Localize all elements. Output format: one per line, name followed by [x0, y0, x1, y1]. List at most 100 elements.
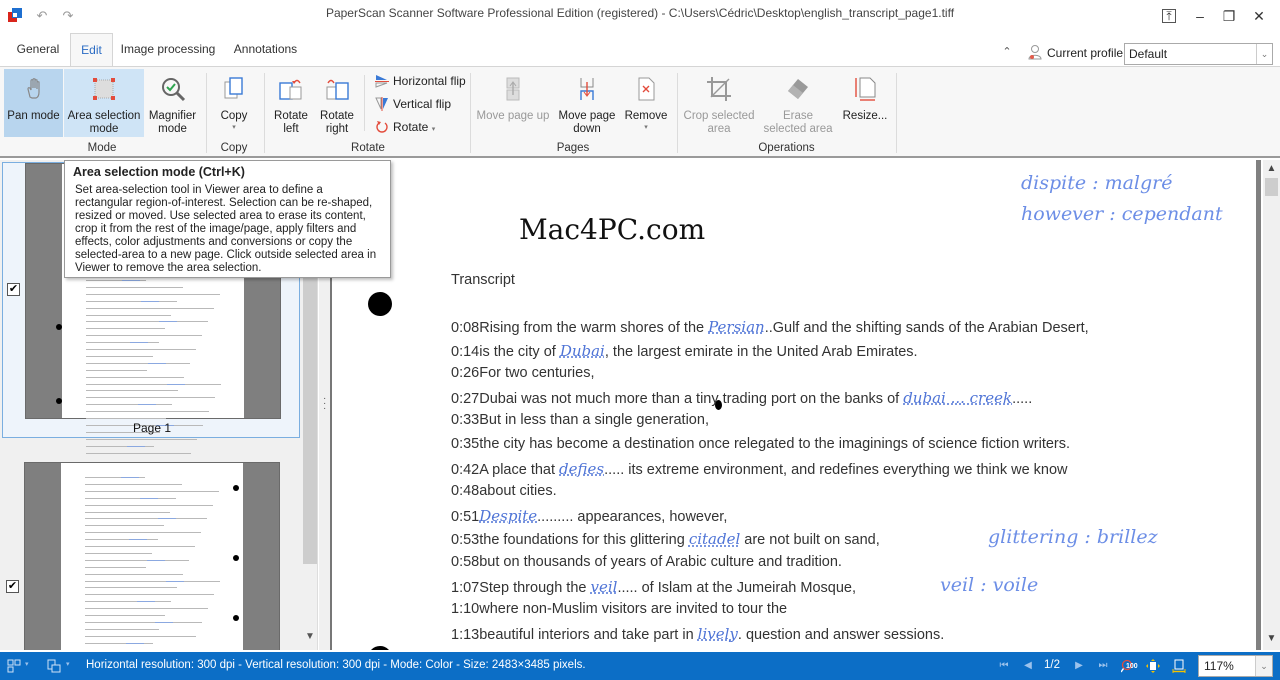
- tab-general[interactable]: General: [10, 33, 66, 67]
- tab-image-processing[interactable]: Image processing: [118, 33, 218, 67]
- title-bar: ↶ ↷ PaperScan Scanner Software Professio…: [0, 0, 1280, 34]
- thumbnail-frame: [24, 462, 280, 650]
- timestamp: 0:14: [451, 343, 480, 360]
- magnifier-mode-button[interactable]: Magnifier mode: [145, 69, 200, 137]
- line-text: . question and answer sessions.: [737, 626, 945, 643]
- timestamp: 0:53: [451, 532, 480, 549]
- thumbnail-text-line: [86, 342, 159, 344]
- rotate-left-label: Rotate left: [270, 110, 312, 136]
- line-text: are not built on sand,: [740, 532, 880, 549]
- crop-icon: [707, 77, 731, 101]
- collapse-ribbon-icon[interactable]: ⌃: [1000, 45, 1014, 59]
- rotate-left-icon: [279, 79, 302, 100]
- minimize-button[interactable]: –: [1190, 6, 1210, 26]
- thumbnail-handwriting: [158, 518, 177, 520]
- previous-page-button[interactable]: ◀: [1022, 659, 1034, 673]
- rotate-label: Rotate ▾: [393, 117, 435, 140]
- move-page-down-button[interactable]: Move page down: [554, 69, 620, 137]
- rotate-dropdown-button[interactable]: Rotate ▾: [375, 117, 445, 137]
- group-separator: [264, 73, 265, 153]
- next-page-button[interactable]: ▶: [1073, 659, 1085, 673]
- erase-selected-area-button[interactable]: Erase selected area: [760, 69, 836, 137]
- remove-label: Remove ▾: [622, 110, 670, 132]
- copy-button[interactable]: Copy ▾: [212, 69, 256, 137]
- move-page-down-line2: down: [573, 123, 601, 135]
- resize-label: Resize...: [842, 110, 888, 122]
- transcript-line: 1:07Step through the veil..... of Islam …: [451, 578, 856, 596]
- restore-button[interactable]: ❐: [1219, 6, 1239, 26]
- splitter-grip-icon[interactable]: · · ·: [323, 394, 326, 414]
- line-text: ..... its extreme environment, and redef…: [604, 461, 1068, 478]
- scroll-down-icon[interactable]: ▼: [1263, 632, 1280, 646]
- thumbnail-handwriting: [121, 477, 139, 478]
- dropdown-arrow-icon[interactable]: ▾: [66, 660, 70, 668]
- thumbnail-text-line: [86, 438, 197, 440]
- page-2-checkbox[interactable]: ✔: [6, 580, 19, 593]
- thumbnail-text-line: [86, 362, 190, 364]
- profile-value: Default: [1129, 47, 1168, 61]
- rotate-right-button[interactable]: Rotate right: [316, 69, 358, 137]
- move-page-down-line1: Move page: [558, 110, 616, 122]
- fit-page-icon[interactable]: [1146, 659, 1160, 673]
- thumbnail-layout-icon[interactable]: [7, 659, 21, 673]
- rotate-left-button[interactable]: Rotate left: [270, 69, 312, 137]
- profile-select[interactable]: Default ⌄: [1124, 43, 1273, 65]
- line-text: about cities.: [479, 483, 557, 500]
- line-text: A place that: [479, 461, 560, 478]
- viewer-scrollbar[interactable]: ▲ ▼: [1263, 160, 1280, 650]
- thumbnail-text-line: [85, 525, 164, 527]
- tab-annotations[interactable]: Annotations: [228, 33, 303, 67]
- rotate-right-line1: Rotate: [320, 110, 354, 122]
- ribbon-tabs: General Edit Image processing Annotation…: [0, 33, 1280, 67]
- line-text: For two centuries,: [479, 365, 595, 382]
- transcript-line: 0:27Dubai was not much more than a tiny …: [451, 389, 1032, 407]
- copy-label: Copy ▾: [212, 110, 256, 132]
- tab-edit[interactable]: Edit: [70, 33, 113, 67]
- thumbnail-text-line: [86, 390, 178, 392]
- view-mode-icon[interactable]: [47, 659, 61, 673]
- scroll-down-icon[interactable]: ▼: [302, 630, 317, 644]
- thumbnail-handwriting: [155, 621, 174, 623]
- thumbnail-text-line: [85, 559, 189, 561]
- last-page-button[interactable]: ⏭: [1097, 659, 1109, 673]
- copy-icon: [224, 77, 243, 99]
- area-selection-mode-button[interactable]: Area selection mode: [64, 69, 144, 137]
- crop-selected-area-button[interactable]: Crop selected area: [683, 69, 755, 137]
- handwritten-answer: Despite: [479, 506, 538, 525]
- thumbnail-page-2[interactable]: ✔: [2, 460, 300, 650]
- page-1-checkbox[interactable]: ✔: [7, 283, 20, 296]
- pin-icon[interactable]: ⤒: [1162, 9, 1176, 23]
- remove-button[interactable]: Remove ▾: [622, 69, 670, 137]
- thumbnail-text-line: [85, 546, 195, 547]
- area-selection-icon: [93, 78, 115, 100]
- margin-note: however : cependant: [1021, 203, 1223, 225]
- status-bar: ▾ ▾ Horizontal resolution: 300 dpi - Ver…: [0, 652, 1280, 680]
- resize-button[interactable]: Resize...: [840, 69, 890, 137]
- zoom-level-select[interactable]: 117% ⌄: [1198, 655, 1273, 677]
- document-heading: Transcript: [451, 272, 515, 288]
- zoom-100-icon[interactable]: 100: [1121, 659, 1139, 673]
- scroll-up-icon[interactable]: ▲: [1263, 162, 1280, 176]
- timestamp: 0:33: [451, 412, 480, 429]
- thumbnail-text-line: [85, 566, 146, 568]
- line-text: ..... of Islam at the Jumeirah Mosque,: [617, 579, 856, 596]
- dropdown-arrow-icon[interactable]: ▾: [25, 660, 29, 668]
- line-text: Dubai was not much more than a tiny trad…: [479, 390, 904, 407]
- horizontal-flip-button[interactable]: Horizontal flip: [375, 71, 466, 91]
- rotate-right-line2: right: [325, 123, 349, 135]
- handwritten-answer: defies: [559, 459, 605, 478]
- dropdown-arrow-icon: ▾: [232, 124, 236, 131]
- erase-label-line2: selected area: [763, 123, 833, 135]
- rotate-right-label: Rotate right: [316, 110, 358, 136]
- vertical-flip-button[interactable]: Vertical flip: [375, 94, 465, 114]
- timestamp: 0:42: [451, 461, 480, 478]
- scrollbar-thumb[interactable]: [1265, 178, 1278, 196]
- thumbnail-text-line: [86, 369, 147, 371]
- fit-width-icon[interactable]: [1172, 659, 1186, 673]
- move-page-up-button[interactable]: Move page up: [476, 69, 550, 137]
- timestamp: 0:27: [451, 390, 480, 407]
- first-page-button[interactable]: ⏮: [998, 659, 1010, 673]
- close-button[interactable]: ✕: [1249, 6, 1269, 26]
- document-viewer[interactable]: Mac4PC.com Transcript 0:08Rising from th…: [333, 160, 1261, 650]
- pan-mode-button[interactable]: Pan mode: [4, 69, 63, 137]
